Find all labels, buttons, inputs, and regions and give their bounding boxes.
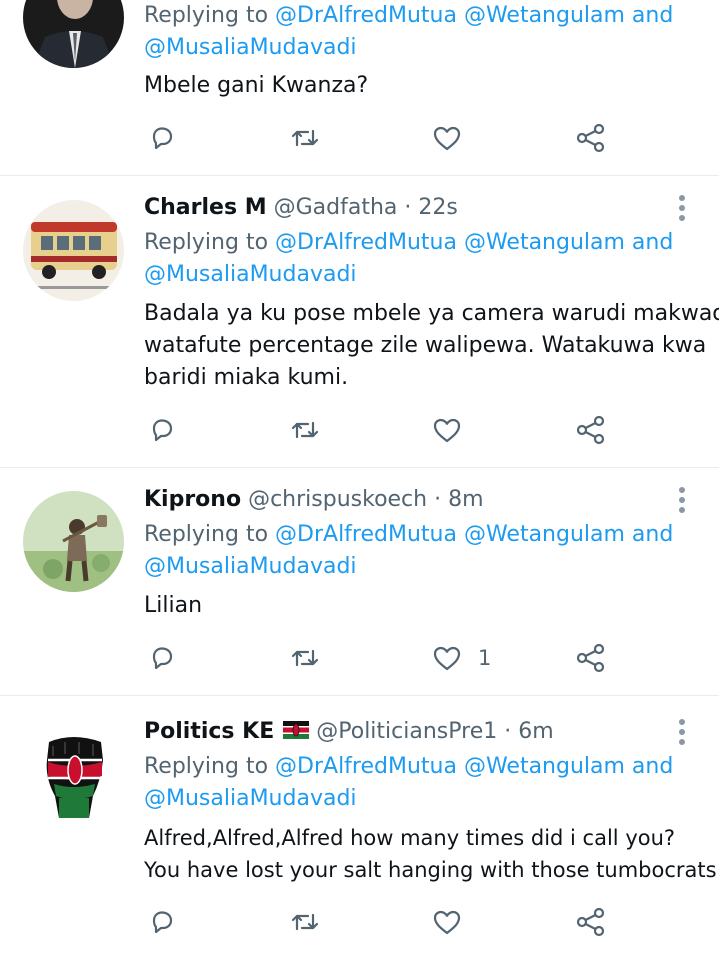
like-button[interactable] xyxy=(430,121,464,155)
reply-button[interactable] xyxy=(145,413,179,447)
mention-link[interactable]: @MusaliaMudavadi xyxy=(144,32,357,64)
heart-icon xyxy=(433,646,461,671)
mention-link[interactable]: @MusaliaMudavadi xyxy=(144,783,357,815)
mention-link[interactable]: @MusaliaMudavadi xyxy=(144,551,357,583)
retweet-button[interactable] xyxy=(288,413,322,447)
reply-label: Replying to xyxy=(144,522,269,547)
separator: · xyxy=(404,195,412,220)
reply-icon xyxy=(152,911,173,934)
user-handle[interactable]: @chrispuskoech xyxy=(248,487,427,512)
mention-link[interactable]: @DrAlfredMutua @Wetangulam and xyxy=(275,3,673,28)
retweet-icon xyxy=(291,913,319,931)
reply-icon xyxy=(152,647,173,670)
share-icon xyxy=(576,907,605,937)
retweet-icon xyxy=(291,421,319,439)
tweet[interactable]: Charles M @Gadfatha · 22s Replying to @D… xyxy=(0,176,719,467)
share-button[interactable] xyxy=(574,413,608,447)
share-button[interactable] xyxy=(574,641,608,675)
tweet-text-line: Badala ya ku pose mbele ya camera warudi… xyxy=(144,301,719,326)
retweet-button[interactable] xyxy=(288,641,322,675)
share-icon xyxy=(576,643,605,673)
retweet-button[interactable] xyxy=(288,905,322,939)
tweet-text-line: watafute percentage zile walipewa. Watak… xyxy=(144,333,707,358)
like-button[interactable] xyxy=(430,413,464,447)
reply-button[interactable] xyxy=(145,905,179,939)
user-handle[interactable]: @Gadfatha xyxy=(274,195,398,220)
avatar[interactable] xyxy=(23,200,124,301)
retweet-icon xyxy=(291,649,319,667)
like-button[interactable] xyxy=(430,641,464,675)
display-name[interactable]: Politics KE xyxy=(144,719,274,744)
reply-context: Replying to @DrAlfredMutua @Wetangulam a… xyxy=(144,751,673,783)
separator: · xyxy=(434,487,442,512)
tweet-text-line: Lilian xyxy=(144,593,203,618)
heart-icon xyxy=(433,418,461,443)
avatar[interactable] xyxy=(23,720,124,821)
share-icon xyxy=(576,415,605,445)
reply-label: Replying to xyxy=(144,230,269,255)
mention-link[interactable]: @DrAlfredMutua @Wetangulam and xyxy=(275,522,673,547)
heart-icon xyxy=(433,910,461,935)
share-button[interactable] xyxy=(574,121,608,155)
mention-link[interactable]: @DrAlfredMutua @Wetangulam and xyxy=(275,754,673,779)
timestamp[interactable]: 6m xyxy=(518,719,553,744)
like-button[interactable] xyxy=(430,905,464,939)
reply-button[interactable] xyxy=(145,121,179,155)
reply-context: Replying to @DrAlfredMutua @Wetangulam a… xyxy=(144,0,673,32)
tweet-text-line: baridi miaka kumi. xyxy=(144,365,349,390)
reply-label: Replying to xyxy=(144,754,269,779)
share-button[interactable] xyxy=(574,905,608,939)
tweet-text-line: Alfred,Alfred,Alfred how many times did … xyxy=(144,826,676,850)
like-count: 1 xyxy=(478,646,492,670)
heart-icon xyxy=(433,126,461,151)
display-name[interactable]: Charles M xyxy=(144,195,267,220)
reply-icon xyxy=(152,127,173,150)
tweet-header: Kiprono @chrispuskoech · 8m xyxy=(144,484,484,516)
reply-context: Replying to @DrAlfredMutua @Wetangulam a… xyxy=(144,519,673,551)
tweet-header: Charles M @Gadfatha · 22s xyxy=(144,192,458,224)
mention-link[interactable]: @MusaliaMudavadi xyxy=(144,259,357,291)
timestamp[interactable]: 8m xyxy=(448,487,483,512)
retweet-button[interactable] xyxy=(288,121,322,155)
retweet-icon xyxy=(291,129,319,147)
more-button[interactable] xyxy=(672,717,692,747)
more-button[interactable] xyxy=(672,193,692,223)
tweet[interactable]: Politics KE @PoliticiansPre1 · 6m Replyi… xyxy=(0,696,719,954)
timestamp[interactable]: 22s xyxy=(418,195,457,220)
mention-link[interactable]: @DrAlfredMutua @Wetangulam and xyxy=(275,230,673,255)
user-handle[interactable]: @PoliticiansPre1 xyxy=(316,719,497,744)
tweet-header: Politics KE @PoliticiansPre1 · 6m xyxy=(144,716,554,748)
reply-label: Replying to xyxy=(144,3,269,28)
reply-context: Replying to @DrAlfredMutua @Wetangulam a… xyxy=(144,227,673,259)
display-name[interactable]: Kiprono xyxy=(144,487,241,512)
separator: · xyxy=(504,719,512,744)
avatar[interactable] xyxy=(23,491,124,592)
share-icon xyxy=(576,123,605,153)
more-button[interactable] xyxy=(672,485,692,515)
tweet-text-line: You have lost your salt hanging with tho… xyxy=(144,858,717,882)
reply-button[interactable] xyxy=(145,641,179,675)
reply-icon xyxy=(152,419,173,442)
tweet-text: Mbele gani Kwanza? xyxy=(144,73,369,98)
tweet[interactable]: Kiprono @chrispuskoech · 8m Replying to … xyxy=(0,468,719,695)
kenya-flag-icon xyxy=(283,721,310,739)
avatar[interactable] xyxy=(23,0,124,68)
tweet[interactable]: Replying to @DrAlfredMutua @Wetangulam a… xyxy=(0,0,719,175)
